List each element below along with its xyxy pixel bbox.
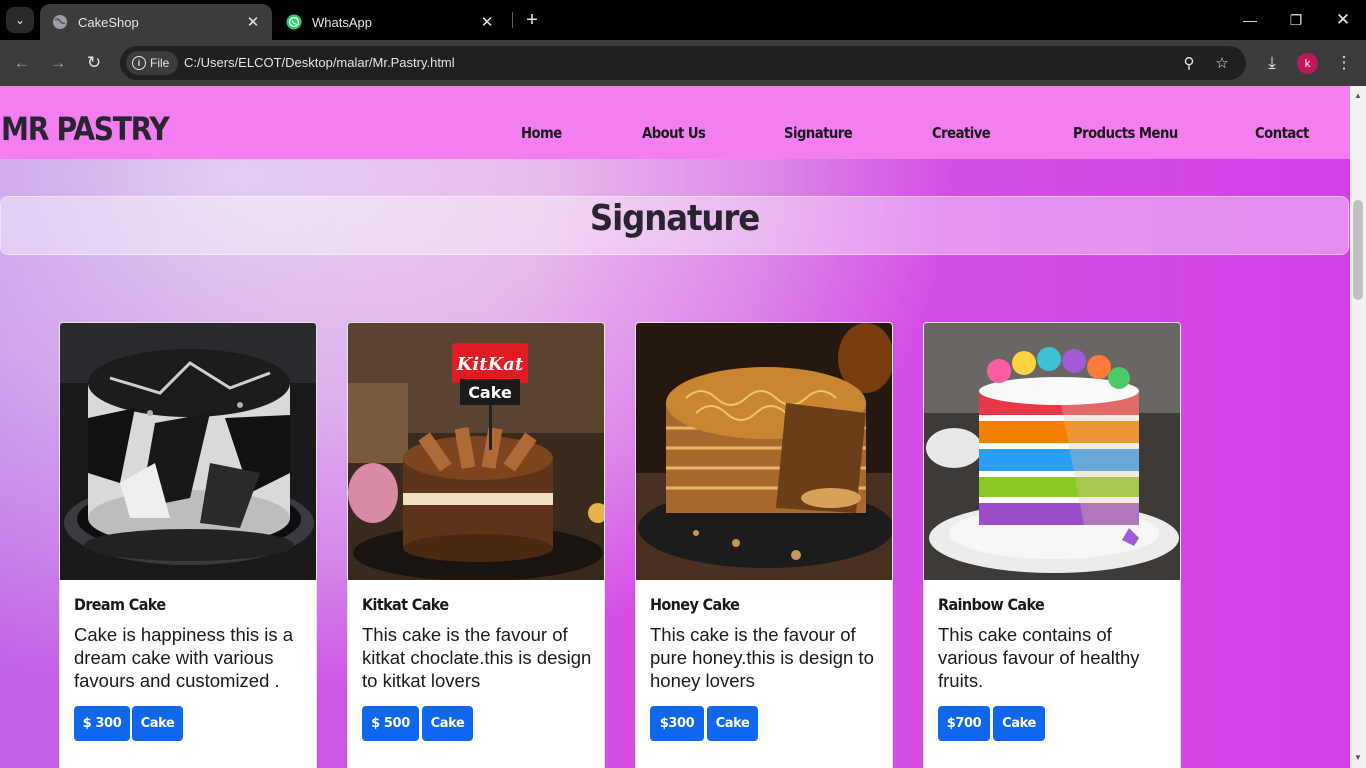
site-logo[interactable]: MR PASTRY (1, 110, 170, 148)
page-viewport: MR PASTRY Home About Us Signature Creati… (0, 86, 1366, 768)
close-icon[interactable]: ✕ (244, 13, 262, 31)
price-button[interactable]: $ 300 (74, 706, 130, 741)
nav-link-creative[interactable]: Creative (932, 124, 991, 142)
honey-cake-image (636, 323, 892, 580)
card-description: This cake is the favour of pure honey.th… (650, 624, 874, 691)
kitkat-sign-brand: KitKat (456, 354, 524, 375)
card-description: This cake is the favour of kitkat chocla… (362, 624, 592, 691)
back-arrow-icon[interactable]: ← (9, 50, 35, 76)
whatsapp-icon (286, 14, 302, 30)
tab-search-button[interactable]: ⌄ (6, 7, 34, 33)
card-description: This cake contains of various favour of … (938, 624, 1140, 691)
browser-toolbar: ← → ↻ i File C:/Users/ELCOT/Desktop/mala… (0, 40, 1366, 86)
new-tab-plus-icon[interactable]: + (520, 8, 544, 32)
product-card-dream-cake: Dream Cake Cake is happiness this is a d… (59, 322, 317, 768)
section-title: Signature (589, 198, 760, 239)
product-card-rainbow-cake: Rainbow Cake This cake contains of vario… (923, 322, 1181, 768)
profile-avatar[interactable]: k (1297, 53, 1318, 74)
reload-icon[interactable]: ↻ (81, 50, 107, 76)
card-title: Dream Cake (74, 595, 166, 614)
scroll-thumb[interactable] (1353, 200, 1363, 300)
card-title: Honey Cake (650, 595, 740, 614)
price-button[interactable]: $700 (938, 706, 990, 741)
cakeshop-page: MR PASTRY Home About Us Signature Creati… (0, 86, 1350, 768)
nav-link-signature[interactable]: Signature (784, 124, 853, 142)
price-button[interactable]: $300 (650, 706, 704, 741)
category-button[interactable]: Cake (707, 706, 758, 741)
tab-whatsapp[interactable]: WhatsApp ✕ (274, 4, 506, 40)
category-button[interactable]: Cake (422, 706, 473, 741)
site-chip-label: File (150, 56, 170, 70)
address-bar[interactable]: i File C:/Users/ELCOT/Desktop/malar/Mr.P… (120, 46, 1246, 80)
site-info-chip[interactable]: i File (126, 51, 179, 75)
nav-link-about-us[interactable]: About Us (642, 124, 706, 142)
close-icon[interactable]: ✕ (478, 13, 496, 31)
price-button[interactable]: $ 500 (362, 706, 419, 741)
page-scrollbar[interactable]: ▲ ▼ (1350, 86, 1366, 768)
card-title: Kitkat Cake (362, 595, 449, 614)
globe-icon (52, 14, 68, 30)
nav-link-contact[interactable]: Contact (1255, 124, 1309, 142)
restore-icon[interactable]: ❐ (1282, 6, 1310, 34)
kebab-menu-icon[interactable]: ⋮ (1331, 50, 1357, 76)
kitkat-sign-label: Cake (468, 383, 512, 402)
nav-link-home[interactable]: Home (521, 124, 562, 142)
site-header: MR PASTRY Home About Us Signature Creati… (0, 86, 1350, 159)
nav-link-products-menu[interactable]: Products Menu (1073, 124, 1178, 142)
window-close-icon[interactable]: ✕ (1329, 6, 1357, 34)
card-title: Rainbow Cake (938, 595, 1045, 614)
scroll-down-arrow-icon[interactable]: ▼ (1353, 752, 1363, 762)
card-description: Cake is happiness this is a dream cake w… (74, 624, 294, 691)
tab-cakeshop[interactable]: CakeShop ✕ (40, 4, 272, 40)
product-card-honey-cake: Honey Cake This cake is the favour of pu… (635, 322, 893, 768)
info-icon: i (132, 56, 146, 70)
kitkat-cake-image: KitKat Cake (348, 323, 604, 580)
product-card-kitkat-cake: KitKat Cake Kitkat Cake This cake is the… (347, 322, 605, 768)
minimize-icon[interactable]: — (1236, 6, 1264, 34)
dream-cake-image (60, 323, 316, 580)
scroll-up-arrow-icon[interactable]: ▲ (1353, 90, 1363, 100)
tab-title: CakeShop (78, 14, 139, 30)
category-button[interactable]: Cake (993, 706, 1045, 741)
tab-title: WhatsApp (312, 14, 372, 30)
rainbow-cake-image (924, 323, 1180, 580)
chevron-down-icon: ⌄ (14, 13, 26, 27)
forward-arrow-icon[interactable]: → (45, 50, 71, 76)
download-icon[interactable]: ⤓ (1259, 50, 1285, 76)
zoom-icon[interactable]: ⚲ (1177, 51, 1201, 75)
url-text[interactable]: C:/Users/ELCOT/Desktop/malar/Mr.Pastry.h… (184, 55, 455, 70)
tab-divider (512, 12, 513, 28)
bookmark-star-icon[interactable]: ☆ (1210, 51, 1234, 75)
category-button[interactable]: Cake (132, 706, 183, 741)
browser-tab-bar: ⌄ CakeShop ✕ WhatsApp ✕ + — ❐ ✕ (0, 0, 1366, 40)
